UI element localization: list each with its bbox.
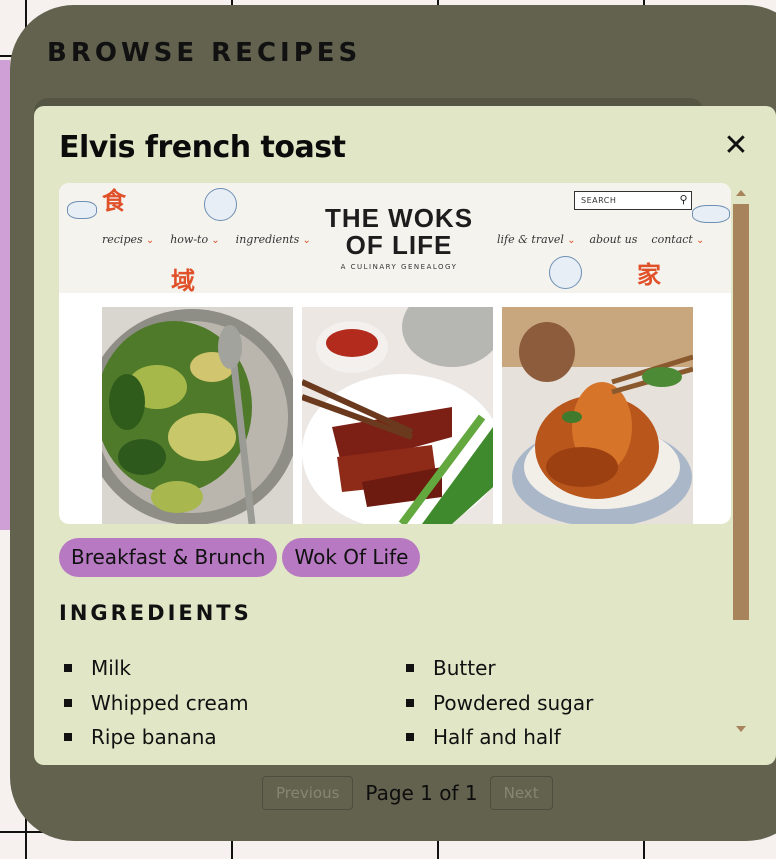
recipe-title: Elvis french toast <box>59 130 346 165</box>
ingredient-item: Whipped cream <box>59 686 249 721</box>
nav-how-to: how-to <box>170 233 219 246</box>
ingredients-heading: INGREDIENTS <box>59 601 252 625</box>
dumpling-doodle-icon <box>204 188 237 221</box>
nav-ingredients: ingredients <box>236 233 311 246</box>
site-nav-right: life & travel about us contact <box>497 233 704 246</box>
nav-life-travel: life & travel <box>497 233 575 246</box>
modal-scrollbar[interactable] <box>733 190 749 740</box>
ingredient-item: Half and half <box>401 720 593 755</box>
modal-scroll-content[interactable]: 食 域 家 THE WOKS OF LIFE A CULINARY GENEAL… <box>59 183 731 765</box>
recipe-image: 食 域 家 THE WOKS OF LIFE A CULINARY GENEAL… <box>59 183 731 524</box>
close-icon: ✕ <box>723 128 749 163</box>
ingredient-item: Milk <box>59 651 249 686</box>
close-button[interactable]: ✕ <box>720 130 752 162</box>
site-search-box: SEARCH ⚲ <box>574 191 692 210</box>
site-nav-left: recipes how-to ingredients <box>102 233 311 246</box>
bun-doodle-icon <box>549 256 582 289</box>
glyph-jia: 家 <box>637 261 661 289</box>
recipe-tags: Breakfast & Brunch Wok Of Life <box>59 538 421 577</box>
nav-about-us: about us <box>589 233 638 246</box>
scroll-down-arrow-icon[interactable] <box>736 726 746 732</box>
scroll-up-arrow-icon[interactable] <box>736 190 746 196</box>
ingredients-list-left: Milk Whipped cream Ripe banana <box>59 651 249 755</box>
photo-char-siu <box>302 307 493 524</box>
ingredient-item: Powdered sugar <box>401 686 593 721</box>
page-title: BROWSE RECIPES <box>47 38 362 68</box>
nav-contact: contact <box>651 233 704 246</box>
page-indicator: Page 1 of 1 <box>365 781 478 805</box>
glyph-shi: 食 <box>102 187 126 215</box>
fish-doodle-icon <box>692 205 730 223</box>
scrollbar-thumb[interactable] <box>733 204 749 620</box>
site-tagline: A CULINARY GENEALOGY <box>340 263 458 271</box>
search-icon: ⚲ <box>679 193 688 206</box>
photo-noodles <box>502 307 693 524</box>
ingredient-item: Ripe banana <box>59 720 249 755</box>
pagination: Previous Page 1 of 1 Next <box>262 776 553 810</box>
photo-cucumber-salad <box>102 307 293 524</box>
glyph-yu: 域 <box>171 267 195 295</box>
ingredient-item: Butter <box>401 651 593 686</box>
tag-wok-of-life[interactable]: Wok Of Life <box>282 538 421 577</box>
tag-breakfast-brunch[interactable]: Breakfast & Brunch <box>59 538 278 577</box>
nav-recipes: recipes <box>102 233 154 246</box>
site-header-image: 食 域 家 THE WOKS OF LIFE A CULINARY GENEAL… <box>59 183 731 295</box>
shrimp-doodle-icon <box>67 201 97 219</box>
next-button[interactable]: Next <box>489 776 553 810</box>
previous-button[interactable]: Previous <box>262 776 354 810</box>
site-title: THE WOKS OF LIFE <box>324 203 474 260</box>
recipe-modal: Elvis french toast ✕ 食 域 家 THE WOKS OF L… <box>34 106 776 765</box>
ingredients-list-right: Butter Powdered sugar Half and half <box>401 651 593 755</box>
